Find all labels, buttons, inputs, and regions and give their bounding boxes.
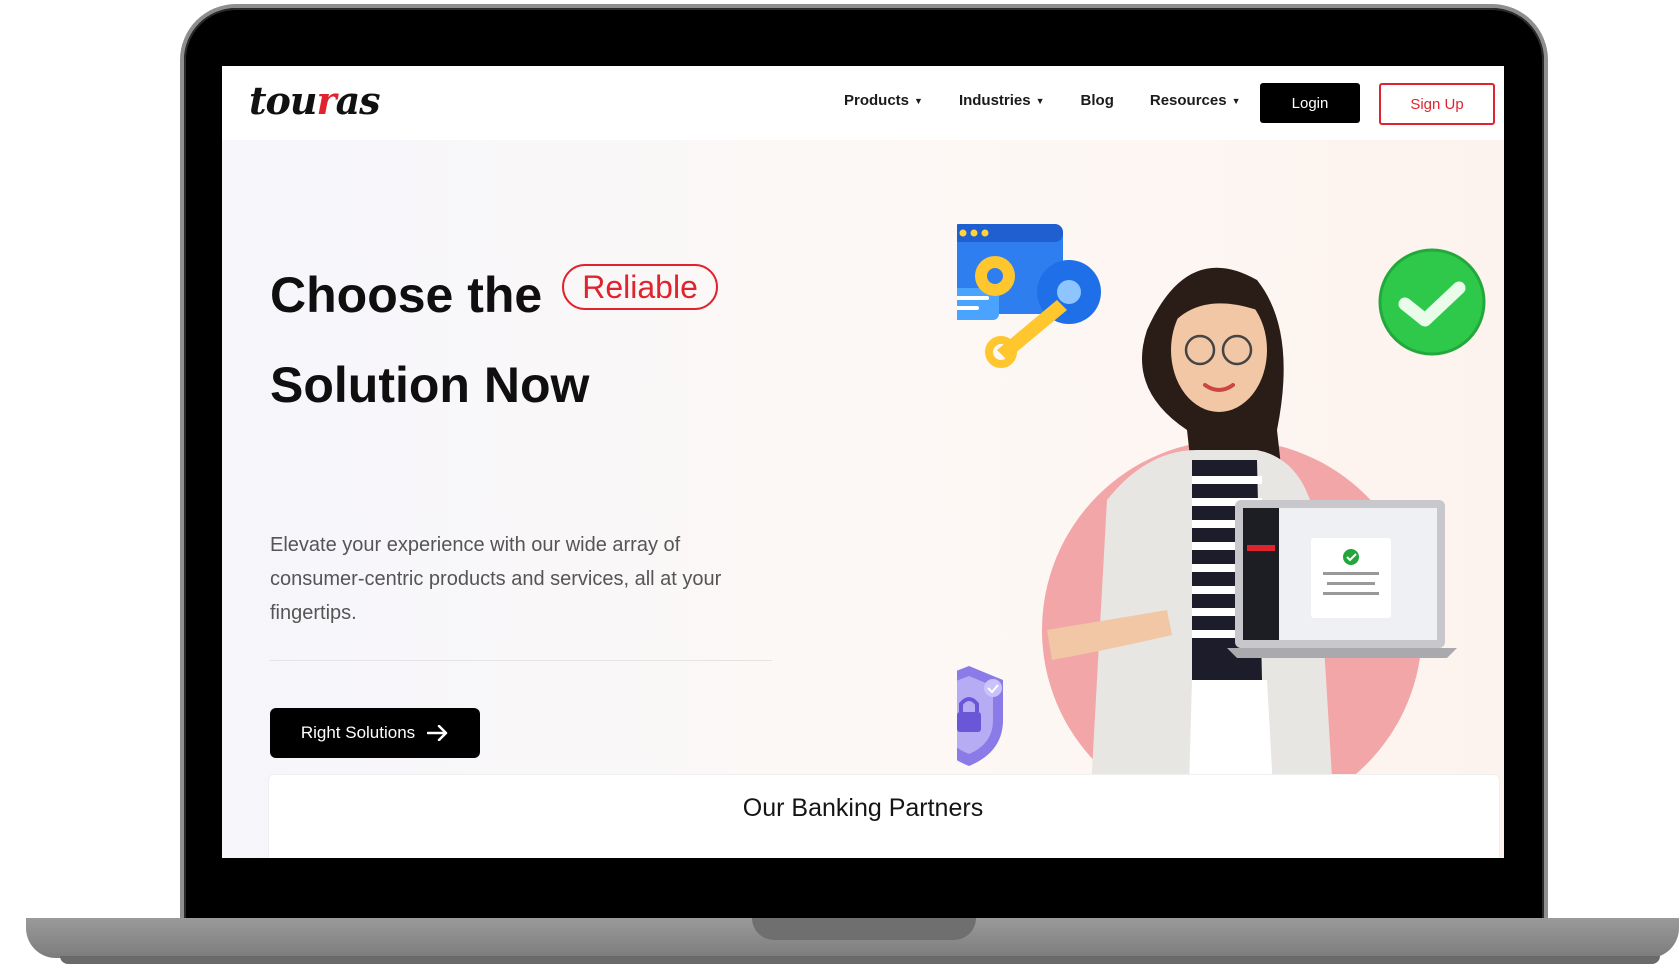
nav-item-label: Products — [844, 92, 910, 109]
laptop-base-lip — [60, 956, 1660, 964]
signup-button[interactable]: Sign Up — [1379, 83, 1495, 125]
laptop-hinge-notch — [752, 918, 976, 940]
nav-item-industries[interactable]: Industries ▼ — [959, 92, 1045, 109]
right-solutions-button[interactable]: Right Solutions — [270, 708, 480, 758]
arrow-right-icon — [427, 725, 448, 741]
hero-illustration — [957, 224, 1486, 858]
check-circle-icon — [1378, 248, 1486, 356]
hero-title-line2: Solution Now — [270, 357, 590, 413]
brand-logo[interactable]: touras — [249, 78, 381, 123]
hero-description: Elevate your experience with our wide ar… — [270, 534, 722, 624]
navbar: touras Products ▼ Industries ▼ Blog Reso… — [222, 66, 1504, 140]
logo-text-part2: as — [335, 78, 381, 123]
caret-down-icon: ▼ — [1231, 95, 1241, 106]
hero-divider — [270, 660, 772, 661]
laptop-screen: touras Products ▼ Industries ▼ Blog Reso… — [222, 66, 1504, 858]
cta-label: Right Solutions — [300, 723, 416, 742]
caret-down-icon: ▼ — [914, 95, 923, 106]
partners-title: Our Banking Partners — [742, 794, 984, 822]
logo-text-part1: tou — [249, 78, 318, 123]
hero-section: Choose the Reliable Solution Now Elevate … — [222, 140, 1504, 858]
nav-item-label: Resources — [1149, 92, 1227, 109]
login-button[interactable]: Login — [1260, 83, 1360, 123]
nav-item-products[interactable]: Products ▼ — [844, 92, 923, 109]
hero-title: Choose the Reliable Solution Now — [270, 250, 870, 430]
nav-links: Products ▼ Industries ▼ Blog Resources ▼ — [844, 92, 1277, 109]
nav-item-resources[interactable]: Resources ▼ — [1150, 92, 1241, 109]
nav-item-label: Blog — [1080, 92, 1114, 109]
settings-window-icon — [957, 224, 1101, 368]
nav-item-label: Industries — [958, 92, 1031, 109]
shield-lock-icon — [957, 666, 1003, 766]
hero-title-line1: Choose the — [270, 267, 543, 323]
caret-down-icon: ▼ — [1035, 95, 1045, 106]
reliable-badge: Reliable — [562, 264, 718, 310]
logo-text-accent: r — [316, 78, 337, 123]
nav-item-blog[interactable]: Blog — [1081, 92, 1114, 109]
held-laptop-illustration — [1227, 500, 1457, 658]
